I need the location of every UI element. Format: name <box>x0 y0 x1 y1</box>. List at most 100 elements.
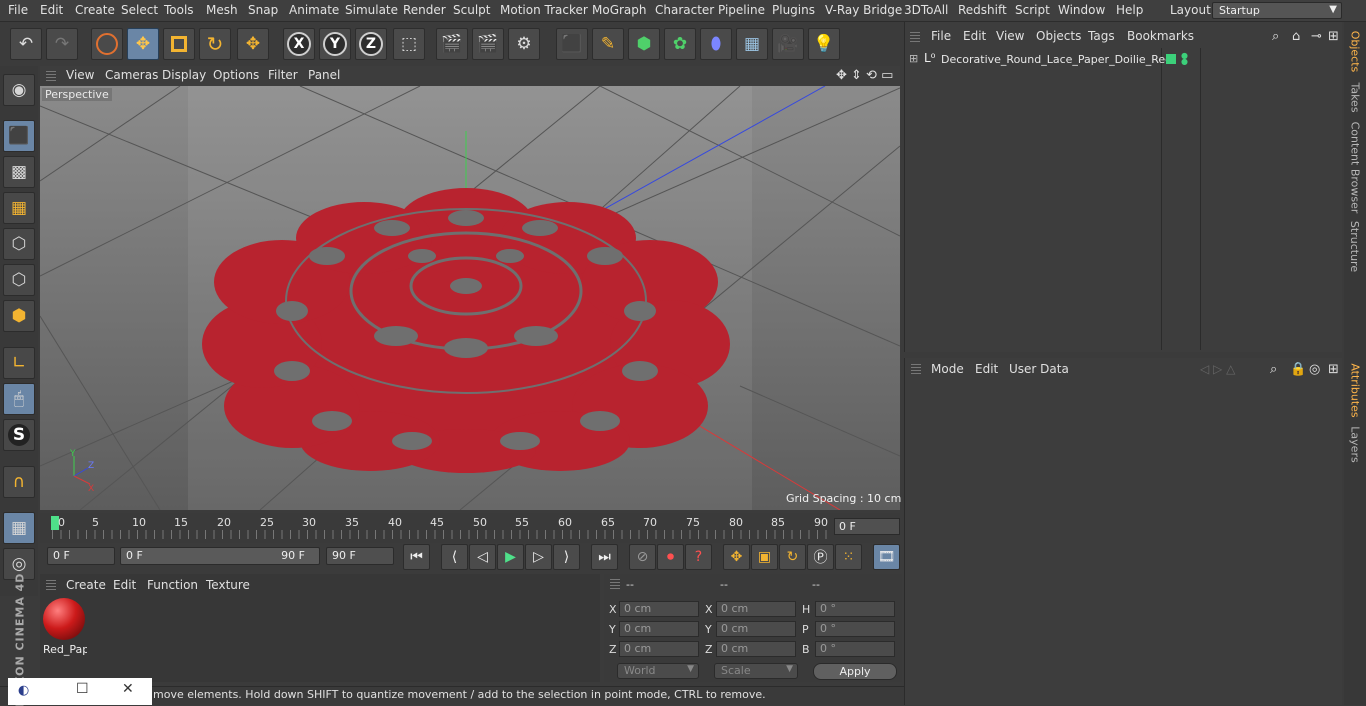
record-keys-icon[interactable]: ⊘ <box>629 544 656 570</box>
deformer-icon[interactable]: ⬮ <box>700 28 732 60</box>
search-icon[interactable]: ⌕ <box>1270 362 1277 377</box>
model-mode-icon[interactable]: ⬛ <box>3 120 35 152</box>
snap-s-icon[interactable]: S <box>3 419 35 451</box>
object-menu-bookmarks[interactable]: Bookmarks <box>1127 29 1194 43</box>
material-menu-function[interactable]: Function <box>147 578 198 592</box>
menu-help[interactable]: Help <box>1116 3 1143 17</box>
frame-range-slider[interactable]: 0 F 90 F <box>120 547 320 565</box>
menu-3dtoall[interactable]: 3DToAll <box>904 3 948 17</box>
camera-icon[interactable]: 🎥 <box>772 28 804 60</box>
rotation-b-field[interactable]: 0 ° <box>815 641 895 657</box>
pen-icon[interactable]: ✎ <box>592 28 624 60</box>
expand-icon[interactable]: ⊞ <box>909 52 918 65</box>
viewport-menu-display[interactable]: Display <box>162 68 206 82</box>
timeline-ruler[interactable] <box>52 530 830 539</box>
points-mode-icon[interactable]: ⬡ <box>3 228 35 260</box>
target-icon[interactable]: ◎ <box>1309 362 1320 377</box>
mograph-cloner-icon[interactable]: ✿ <box>664 28 696 60</box>
rotate-icon[interactable]: ↻ <box>199 28 231 60</box>
material-menu-edit[interactable]: Edit <box>113 578 136 592</box>
go-to-end-icon[interactable]: ⏭ <box>591 544 618 570</box>
render-view-icon[interactable]: 🎬 <box>436 28 468 60</box>
menu-redshift[interactable]: Redshift <box>958 3 1007 17</box>
autokey-icon[interactable]: ⏺ <box>657 544 684 570</box>
menu-file[interactable]: File <box>8 3 28 17</box>
menu-vray-bridge[interactable]: V-Ray Bridge <box>825 3 902 17</box>
key-rotation-icon[interactable]: ↻ <box>779 544 806 570</box>
apply-button[interactable]: Apply <box>813 663 897 680</box>
lock-icon[interactable]: 🔒 <box>1290 362 1306 377</box>
viewport-menu-filter[interactable]: Filter <box>268 68 298 82</box>
menu-pipeline[interactable]: Pipeline <box>718 3 765 17</box>
previous-frame-icon[interactable]: ◁ <box>469 544 496 570</box>
tab-takes[interactable]: Takes <box>1346 80 1364 114</box>
scale-icon[interactable] <box>163 28 195 60</box>
next-frame-icon[interactable]: ▷ <box>525 544 552 570</box>
z-axis-icon[interactable]: Z <box>355 28 387 60</box>
close-icon[interactable]: ✕ <box>122 681 134 697</box>
subdivision-icon[interactable]: ⬢ <box>628 28 660 60</box>
tab-attributes[interactable]: Attributes <box>1346 362 1364 418</box>
new-panel-icon[interactable]: ⊞ <box>1328 362 1339 377</box>
menu-character[interactable]: Character <box>655 3 714 17</box>
position-y-field[interactable]: 0 cm <box>619 621 699 637</box>
workplane-lock-icon[interactable]: ▦ <box>3 512 35 544</box>
menu-motion-tracker[interactable]: Motion Tracker <box>500 3 588 17</box>
menu-animate[interactable]: Animate <box>289 3 339 17</box>
coordinate-system-dropdown[interactable]: World ▼ <box>617 663 699 679</box>
attributes-menu-mode[interactable]: Mode <box>931 362 964 376</box>
magnet-icon[interactable]: ∩ <box>3 466 35 498</box>
axis-mode-icon[interactable]: ∟ <box>3 347 35 379</box>
tab-content-browser[interactable]: Content Browser <box>1346 120 1364 214</box>
menu-snap[interactable]: Snap <box>248 3 278 17</box>
menu-mograph[interactable]: MoGraph <box>592 3 647 17</box>
edges-mode-icon[interactable]: ⬡ <box>3 264 35 296</box>
polygons-mode-icon[interactable]: ⬢ <box>3 300 35 332</box>
viewport-menu-panel[interactable]: Panel <box>308 68 340 82</box>
texture-mode-icon[interactable]: ▩ <box>3 156 35 188</box>
material-name[interactable]: Red_Pap <box>43 643 87 656</box>
floor-icon[interactable]: ▦ <box>736 28 768 60</box>
go-to-start-icon[interactable]: ⏮ <box>403 544 430 570</box>
next-key-icon[interactable]: ⟩ <box>553 544 580 570</box>
key-parameter-icon[interactable]: Ⓟ <box>807 544 834 570</box>
attributes-nav-arrows-icon[interactable]: ◁ ▷ △ <box>1200 362 1235 376</box>
menu-script[interactable]: Script <box>1015 3 1050 17</box>
attributes-menu-user-data[interactable]: User Data <box>1009 362 1069 376</box>
light-icon[interactable]: 💡 <box>808 28 840 60</box>
tab-structure[interactable]: Structure <box>1346 220 1364 272</box>
material-menu-texture[interactable]: Texture <box>206 578 250 592</box>
y-axis-icon[interactable]: Y <box>319 28 351 60</box>
menu-window[interactable]: Window <box>1058 3 1105 17</box>
search-icon[interactable]: ⌕ <box>1272 29 1279 44</box>
menu-simulate[interactable]: Simulate <box>345 3 398 17</box>
render-picture-viewer-icon[interactable]: 🎬 <box>472 28 504 60</box>
viewport-nav-icons[interactable]: ✥ ⇕ ⟲ ▭ <box>836 68 893 83</box>
timeline-window-icon[interactable]: 🎞 <box>873 544 900 570</box>
menu-render[interactable]: Render <box>403 3 446 17</box>
object-menu-view[interactable]: View <box>996 29 1024 43</box>
rotation-p-field[interactable]: 0 ° <box>815 621 895 637</box>
rotation-h-field[interactable]: 0 ° <box>815 601 895 617</box>
key-position-icon[interactable]: ✥ <box>723 544 750 570</box>
maximize-icon[interactable]: ☐ <box>76 681 89 697</box>
live-selection-icon[interactable] <box>91 28 123 60</box>
cube-icon[interactable]: ⬛ <box>556 28 588 60</box>
material-menu-create[interactable]: Create <box>66 578 106 592</box>
menu-mesh[interactable]: Mesh <box>206 3 238 17</box>
render-settings-icon[interactable]: ⚙ <box>508 28 540 60</box>
material-swatch[interactable] <box>43 598 85 640</box>
object-menu-objects[interactable]: Objects <box>1036 29 1081 43</box>
position-z-field[interactable]: 0 cm <box>619 641 699 657</box>
key-point-level-icon[interactable]: ⁙ <box>835 544 862 570</box>
viewport-menu-cameras[interactable]: Cameras <box>105 68 158 82</box>
make-editable-icon[interactable]: ◉ <box>3 74 35 106</box>
x-axis-icon[interactable]: X <box>283 28 315 60</box>
viewport-menu-view[interactable]: View <box>66 68 94 82</box>
menu-select[interactable]: Select <box>121 3 158 17</box>
tab-layers[interactable]: Layers <box>1346 424 1364 464</box>
material-tag-icon[interactable] <box>1166 54 1176 64</box>
play-icon[interactable]: ▶ <box>497 544 524 570</box>
menu-tools[interactable]: Tools <box>164 3 194 17</box>
size-y-field[interactable]: 0 cm <box>716 621 796 637</box>
